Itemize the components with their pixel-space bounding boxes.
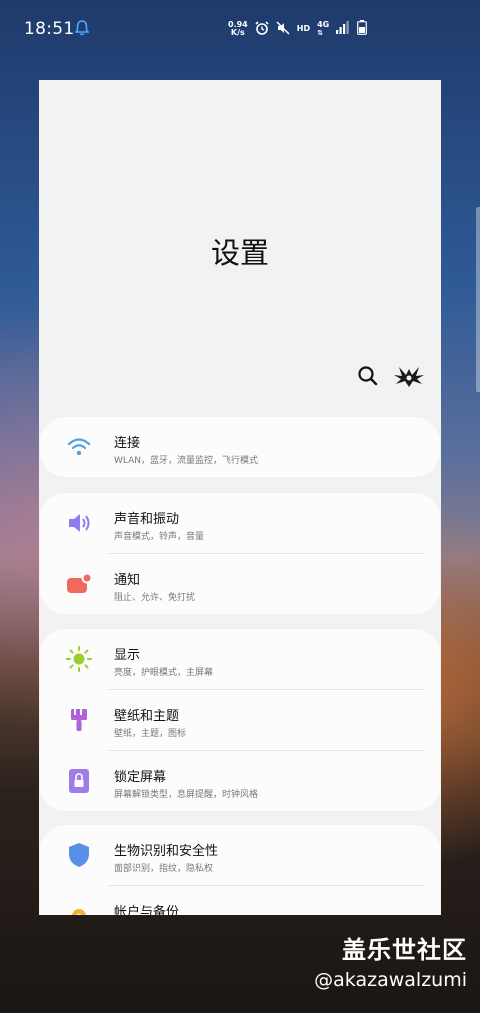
item-sublabel: 屏幕解锁类型，息屏提醒，时钟风格	[114, 790, 259, 800]
battery-icon	[357, 20, 368, 37]
item-label: 锁定屏幕	[114, 770, 167, 785]
watermark: 盖乐世社区 @akazawalzumi	[314, 930, 467, 991]
settings-group-sound-notifications: 声音和振动 声音模式，铃声，音量 通知 阻止、允许、免打扰	[40, 493, 440, 614]
item-sublabel: 阻止、允许、免打扰	[114, 593, 196, 603]
lock-icon	[66, 768, 92, 794]
paint-brush-icon	[66, 707, 92, 733]
item-label: 壁纸和主题	[114, 709, 180, 724]
item-sublabel: 面部识别，指纹，隐私权	[114, 864, 214, 874]
settings-header: 设置	[39, 80, 441, 410]
alarm-icon	[255, 20, 269, 37]
brightness-icon	[66, 646, 92, 672]
watermark-user: @akazawalzumi	[314, 969, 467, 991]
network-type: 4G ⇅	[317, 19, 330, 37]
wifi-icon	[66, 434, 92, 460]
page-title: 设置	[210, 236, 269, 270]
settings-item-accounts-backup[interactable]: 帐户与备份	[40, 886, 440, 915]
item-label: 连接	[114, 436, 141, 451]
settings-group-connections: 连接 WLAN，蓝牙，流量监控，飞行模式	[40, 417, 440, 477]
watermark-title: 盖乐世社区	[342, 936, 467, 964]
settings-item-connections[interactable]: 连接 WLAN，蓝牙，流量监控，飞行模式	[40, 417, 440, 477]
item-label: 生物识别和安全性	[114, 844, 219, 859]
status-time: 18:51	[24, 19, 75, 39]
status-icons: 0.94 K/s HD 4G ⇅	[228, 19, 368, 37]
settings-item-display[interactable]: 显示 亮度，护眼模式，主屏幕	[40, 629, 440, 689]
profile-avatar-icon[interactable]	[393, 363, 425, 393]
item-sublabel: 亮度，护眼模式，主屏幕	[114, 668, 214, 678]
mute-icon	[276, 20, 290, 37]
settings-app-card[interactable]: 设置 连接 WLAN，蓝牙，流量监控，飞行模式 声音和振动 声音模式，铃声，音量…	[39, 80, 441, 915]
item-label: 通知	[114, 573, 141, 588]
item-label: 声音和振动	[114, 512, 180, 527]
item-sublabel: 壁纸，主题，图标	[114, 729, 187, 739]
item-sublabel: WLAN，蓝牙，流量监控，飞行模式	[114, 456, 259, 466]
search-icon[interactable]	[357, 365, 379, 391]
settings-group-display: 显示 亮度，护眼模式，主屏幕 壁纸和主题 壁纸，主题，图标 锁定屏幕 屏幕解锁类…	[40, 629, 440, 811]
shield-icon	[66, 842, 92, 868]
settings-item-wallpaper-themes[interactable]: 壁纸和主题 壁纸，主题，图标	[40, 690, 440, 750]
settings-item-lock-screen[interactable]: 锁定屏幕 屏幕解锁类型，息屏提醒，时钟风格	[40, 751, 440, 811]
notification-icon	[66, 571, 93, 597]
settings-item-notifications[interactable]: 通知 阻止、允许、免打扰	[40, 554, 440, 614]
key-icon	[66, 903, 92, 915]
item-label: 显示	[114, 648, 141, 663]
item-sublabel: 声音模式，铃声，音量	[114, 532, 205, 542]
signal-icon	[336, 21, 350, 36]
speaker-icon	[66, 510, 92, 536]
network-speed: 0.94 K/s	[228, 19, 248, 37]
notification-bell-icon	[74, 20, 90, 40]
settings-item-sound[interactable]: 声音和振动 声音模式，铃声，音量	[40, 493, 440, 553]
settings-item-biometrics-security[interactable]: 生物识别和安全性 面部识别，指纹，隐私权	[40, 825, 440, 885]
hd-badge: HD	[296, 24, 311, 33]
item-label: 帐户与备份	[114, 905, 180, 915]
settings-group-security: 生物识别和安全性 面部识别，指纹，隐私权 帐户与备份	[40, 825, 440, 915]
status-bar: 18:51 0.94 K/s HD 4G ⇅	[0, 0, 480, 60]
edge-panel-handle[interactable]	[476, 207, 480, 392]
